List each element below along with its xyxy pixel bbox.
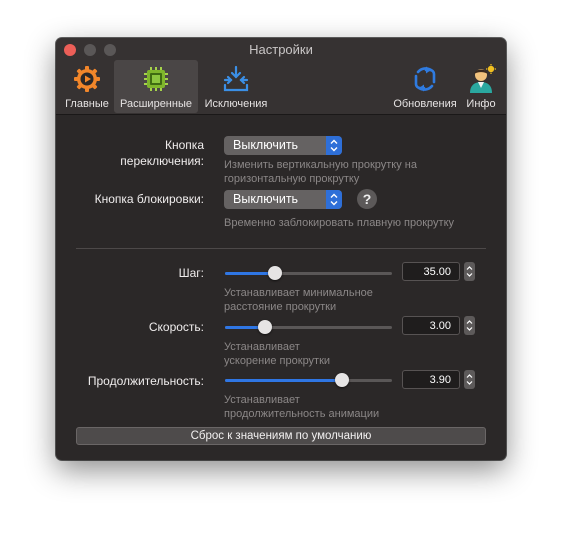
toggle-button-hint-line2: горизонтальную прокрутку [224,173,360,185]
duration-hint: Устанавливает продолжительность анимации [224,393,379,421]
popup-arrows-icon [326,190,342,209]
speed-hint-line1: Устанавливает [224,341,300,353]
toggle-button-label: Кнопка переключения: [76,137,204,169]
toggle-button-popup[interactable]: Выключить [224,136,342,155]
speed-slider-knob[interactable] [258,320,273,334]
speed-hint-line2: ускорение прокрутки [224,355,331,367]
duration-stepper[interactable] [464,370,475,389]
exclusions-icon [223,65,249,92]
duration-hint-line2: продолжительность анимации [224,408,380,420]
step-hint: Устанавливает минимальное расстояние про… [224,286,373,314]
tab-updates[interactable]: Обновления [390,60,460,113]
refresh-icon [414,66,436,92]
step-hint-line1: Устанавливает минимальное [224,287,373,299]
window-title: Настройки [249,42,313,57]
lock-button-label: Кнопка блокировки: [94,192,204,206]
duration-hint-line1: Устанавливает [224,394,300,406]
speed-slider[interactable] [225,320,392,334]
duration-value-field[interactable]: 3.90 [402,370,460,389]
duration-label: Продолжительность: [87,374,204,388]
person-icon [470,64,496,93]
reset-defaults-button[interactable]: Сброс к значениям по умолчанию [76,427,486,445]
step-hint-line2: расстояние прокрутки [224,301,337,313]
tab-updates-label: Обновления [393,98,457,110]
toggle-button-hint: Изменить вертикальную прокрутку на гориз… [224,158,417,186]
speed-hint: Устанавливает ускорение прокрутки [224,340,330,368]
titlebar: Настройки Главные Расширенные Исключения… [56,38,506,115]
tab-advanced-label: Расширенные [120,98,192,110]
duration-slider-knob[interactable] [334,373,349,387]
tab-info[interactable]: Инфо [462,60,500,113]
tab-exclusions[interactable]: Исключения [200,60,272,113]
preferences-window: Настройки Главные Расширенные Исключения… [56,38,506,460]
duration-slider[interactable] [225,373,392,387]
toggle-button-label-line2: переключения: [120,154,204,168]
lock-button-value: Выключить [233,192,299,206]
step-label: Шаг: [178,266,204,280]
step-stepper[interactable] [464,262,475,281]
step-slider[interactable] [225,266,392,280]
step-slider-knob[interactable] [268,266,283,280]
duration-slider-fill [225,379,342,382]
gear-play-icon [74,66,100,92]
toggle-button-value: Выключить [233,138,299,152]
tab-advanced[interactable]: Расширенные [114,60,198,113]
tab-general-label: Главные [65,98,109,110]
help-button[interactable]: ? [357,189,377,209]
step-value-field[interactable]: 35.00 [402,262,460,281]
section-divider [76,248,486,249]
tab-info-label: Инфо [466,98,496,110]
speed-stepper[interactable] [464,316,475,335]
speed-value-field[interactable]: 3.00 [402,316,460,335]
toggle-button-label-line1: Кнопка [165,138,204,152]
speed-label: Скорость: [148,320,204,334]
toggle-button-hint-line1: Изменить вертикальную прокрутку на [224,159,417,171]
stepper-arrows-icon [466,266,473,277]
tab-general[interactable]: Главные [62,60,112,113]
lock-button-hint: Временно заблокировать плавную прокрутку [224,217,455,229]
lock-button-popup[interactable]: Выключить [224,190,342,209]
tab-exclusions-label: Исключения [204,98,268,110]
popup-arrows-icon [326,136,342,155]
chip-icon [144,67,168,91]
stepper-arrows-icon [466,320,473,331]
stepper-arrows-icon [466,374,473,385]
